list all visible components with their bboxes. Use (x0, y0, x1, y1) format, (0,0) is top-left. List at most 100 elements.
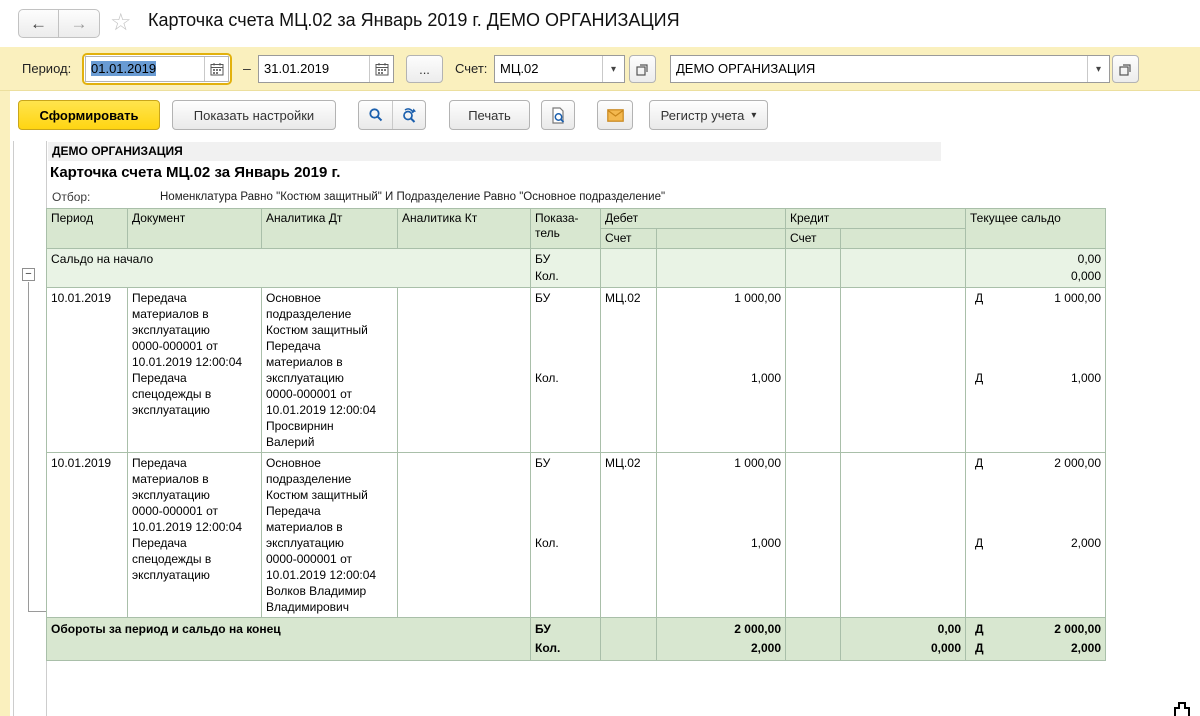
settings-label: Показать настройки (194, 108, 314, 123)
opening-indicator-cell: БУКол. (531, 249, 601, 288)
cell-debit-account: МЦ.02 (601, 288, 657, 453)
cell-analytics-kt (398, 288, 531, 453)
col-header-credit[interactable]: Кредит (786, 209, 966, 229)
selection-text: Номенклатура Равно "Костюм защитный" И П… (160, 191, 665, 203)
period-range-dash: – (243, 60, 251, 76)
account-value[interactable]: МЦ.02 (495, 56, 602, 82)
cell-credit-account (786, 288, 841, 453)
cell-indicator: БУКол. (531, 453, 601, 618)
opening-balance-row[interactable]: Сальдо на начало БУКол. 0,000,000 (47, 249, 1106, 288)
back-button[interactable]: ← (19, 10, 59, 37)
window-corner-glyph (1172, 699, 1192, 716)
account-label: Счет: (455, 61, 487, 76)
calendar-icon[interactable] (369, 56, 393, 82)
search-button[interactable] (359, 101, 392, 129)
col-header-credit-account[interactable]: Счет (786, 229, 841, 249)
opening-balance-label: Сальдо на начало (47, 249, 531, 288)
period-label: Период: (22, 61, 71, 76)
chevron-down-icon[interactable]: ▾ (1087, 56, 1109, 82)
print-label: Печать (468, 108, 511, 123)
forward-arrow-icon: → (71, 14, 88, 34)
search-button-group (358, 100, 426, 130)
cell-period: 10.01.2019 (47, 453, 128, 618)
period-to-field[interactable]: 31.01.2019 (258, 55, 394, 83)
cell-debit-account: МЦ.02 (601, 453, 657, 618)
totals-row[interactable]: Обороты за период и сальдо на конец БУКо… (47, 618, 1106, 661)
cell-analytics-dt: Основное подразделение Костюм защитный П… (262, 288, 398, 453)
cell-credit-amount (841, 453, 966, 618)
period-more-button[interactable]: ... (406, 55, 443, 83)
cell-balance: Д2 000,00 Д2,000 (966, 453, 1106, 618)
organization-choose-button[interactable] (1112, 55, 1139, 83)
organization-value[interactable]: ДЕМО ОРГАНИЗАЦИЯ (671, 56, 1087, 82)
cell-debit-amount: 1 000,001,000 (657, 453, 786, 618)
cell-balance: Д1 000,00 Д1,000 (966, 288, 1106, 453)
cell-period: 10.01.2019 (47, 288, 128, 453)
forward-button[interactable]: → (59, 10, 99, 37)
totals-indicator-cell: БУКол. (531, 618, 601, 661)
cell-credit-account (786, 453, 841, 618)
col-header-analytics-dt[interactable]: Аналитика Дт (262, 209, 398, 249)
cell-document: Передача материалов в эксплуатацию 0000-… (128, 288, 262, 453)
organization-combo[interactable]: ДЕМО ОРГАНИЗАЦИЯ ▾ (670, 55, 1110, 83)
generate-button[interactable]: Сформировать (18, 100, 160, 130)
filter-bar: Период: 01.01.2019 – 31.01.2019 ... Счет… (0, 47, 1200, 91)
period-to-value[interactable]: 31.01.2019 (259, 56, 369, 82)
totals-debit-cell: 2 000,002,000 (657, 618, 786, 661)
history-nav-group: ← → (18, 9, 100, 38)
totals-label: Обороты за период и сальдо на конец (47, 618, 531, 661)
print-preview-icon (550, 107, 566, 124)
cell-document: Передача материалов в эксплуатацию 0000-… (128, 453, 262, 618)
totals-balance-cell: Д2 000,00 Д2,000 (966, 618, 1106, 661)
print-preview-button[interactable] (541, 100, 575, 130)
cell-analytics-dt: Основное подразделение Костюм защитный П… (262, 453, 398, 618)
report-title: Карточка счета МЦ.02 за Январь 2019 г. (50, 164, 340, 181)
register-label: Регистр учета (661, 108, 745, 123)
report-left-separator (13, 141, 14, 716)
account-combo[interactable]: МЦ.02 ▾ (494, 55, 625, 83)
account-choose-button[interactable] (629, 55, 656, 83)
period-from-field[interactable]: 01.01.2019 (82, 53, 232, 85)
col-header-credit-amount[interactable] (841, 229, 966, 249)
favorite-star-icon[interactable]: ☆ (110, 8, 132, 37)
group-tree-line (28, 282, 29, 611)
chevron-down-icon: ▾ (751, 110, 756, 121)
account-card-table[interactable]: Период Документ Аналитика Дт Аналитика К… (46, 208, 1106, 661)
chevron-down-icon[interactable]: ▾ (602, 56, 624, 82)
cell-debit-amount: 1 000,001,000 (657, 288, 786, 453)
choose-form-icon (636, 63, 649, 76)
cell-analytics-kt (398, 453, 531, 618)
ellipsis-label: ... (419, 62, 430, 77)
col-header-balance[interactable]: Текущее сальдо (966, 209, 1106, 249)
print-button[interactable]: Печать (449, 100, 530, 130)
col-header-document[interactable]: Документ (128, 209, 262, 249)
col-header-indicator[interactable]: Показа- тель (531, 209, 601, 249)
title-bar: ← → ☆ Карточка счета МЦ.02 за Январь 201… (0, 0, 1200, 47)
table-row[interactable]: 10.01.2019 Передача материалов в эксплуа… (47, 288, 1106, 453)
report-organization-band: ДЕМО ОРГАНИЗАЦИЯ (48, 142, 941, 161)
register-menu-button[interactable]: Регистр учета ▾ (649, 100, 768, 130)
group-tree-elbow (28, 611, 46, 612)
page-title: Карточка счета МЦ.02 за Январь 2019 г. Д… (148, 10, 680, 31)
generate-label: Сформировать (39, 108, 138, 123)
col-header-debit[interactable]: Дебет (601, 209, 786, 229)
col-header-analytics-kt[interactable]: Аналитика Кт (398, 209, 531, 249)
show-settings-button[interactable]: Показать настройки (172, 100, 336, 130)
group-collapse-toggle[interactable]: − (22, 268, 35, 281)
email-icon (607, 109, 624, 122)
period-from-value[interactable]: 01.01.2019 (91, 61, 156, 76)
table-row[interactable]: 10.01.2019 Передача материалов в эксплуа… (47, 453, 1106, 618)
left-form-margin (0, 91, 10, 716)
cell-credit-amount (841, 288, 966, 453)
cell-indicator: БУКол. (531, 288, 601, 453)
back-arrow-icon: ← (30, 14, 47, 34)
selection-label: Отбор: (52, 190, 90, 204)
search-next-button[interactable] (392, 101, 425, 129)
col-header-period[interactable]: Период (47, 209, 128, 249)
col-header-debit-account[interactable]: Счет (601, 229, 657, 249)
send-email-button[interactable] (597, 100, 633, 130)
opening-balance-cell: 0,000,000 (966, 249, 1106, 288)
search-next-icon (401, 107, 418, 123)
col-header-debit-amount[interactable] (657, 229, 786, 249)
calendar-icon[interactable] (204, 57, 228, 81)
